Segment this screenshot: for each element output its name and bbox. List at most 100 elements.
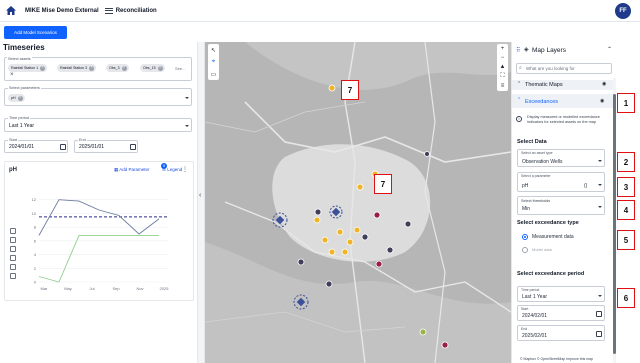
close-icon[interactable]: ×: [17, 95, 23, 101]
zoom-icon[interactable]: [10, 237, 16, 243]
calendar-icon[interactable]: [596, 311, 602, 317]
zoom-out-icon[interactable]: −: [501, 55, 505, 61]
field-label: End: [78, 138, 87, 142]
add-parameter-button[interactable]: ▦ Add Parameter: [114, 167, 150, 173]
chevron-down-icon[interactable]: [598, 295, 602, 297]
thematic-maps-label: Thematic Maps: [525, 82, 563, 88]
thresholds-value: Min: [522, 206, 531, 212]
field-label: Time period: [521, 288, 540, 292]
asset-chip[interactable]: Obs_3 ×: [106, 64, 129, 72]
exceedance-end-field[interactable]: End 2025/02/01: [517, 325, 605, 341]
select-assets-field[interactable]: Select assets Rainfall Station 1 × Rainfa…: [4, 57, 192, 81]
info-text: i Display measured or modelled exceedanc…: [512, 114, 613, 134]
asset-chip[interactable]: Obs_15 ×: [140, 64, 165, 72]
start-date-field[interactable]: Start 2024/01/01: [4, 138, 68, 153]
time-period-select[interactable]: Time period Last 1 Year: [4, 116, 192, 132]
top-app-bar: MIKE Mise Demo External Reconciliation F…: [0, 0, 640, 22]
layers-toggle-icon[interactable]: ≡: [501, 83, 505, 89]
drag-handle-icon[interactable]: ⠿: [516, 47, 520, 54]
time-period-value: Last 1 Year: [522, 294, 548, 300]
select-data-heading: Select Data: [517, 139, 547, 145]
layer-search-input[interactable]: ⌕ What are you looking for: [516, 63, 612, 74]
chevron-down-icon[interactable]: [598, 184, 602, 186]
search-placeholder: What are you looking for: [526, 66, 575, 71]
collapse-icon[interactable]: ⌃: [607, 46, 612, 53]
callout-badge: 7: [341, 80, 359, 100]
map-view[interactable]: ↖ ⌖ ▭ + − ▲ ⛶ ≡ 7 7: [205, 42, 511, 363]
timeseries-panel: Timeseries Select assets Rainfall Statio…: [0, 42, 197, 363]
avatar[interactable]: FF: [615, 3, 631, 19]
panel-divider[interactable]: ‹: [197, 42, 205, 363]
field-label: Start: [8, 138, 19, 142]
chevron-down-icon[interactable]: [185, 97, 189, 99]
map-attribution[interactable]: © Mapbox © OpenStreetMap Improve this ma…: [520, 357, 593, 361]
clear-icon[interactable]: ×: [10, 72, 14, 78]
measurement-data-label: Measurement data: [532, 234, 574, 240]
close-icon[interactable]: ×: [157, 65, 163, 71]
thematic-maps-row[interactable]: ⌃ Thematic Maps ◉: [512, 80, 613, 90]
map-draw-toolbar: ↖ ⌖ ▭: [208, 44, 219, 80]
add-model-scenarios-button[interactable]: Add Model Scenarios: [4, 26, 67, 39]
exceedance-start-field[interactable]: Start 2024/02/01: [517, 305, 605, 321]
legend-button[interactable]: ☰ Legend: [162, 167, 182, 173]
y-tick-label: 0: [34, 280, 37, 285]
model-data-radio[interactable]: [522, 247, 528, 253]
model-data-label: Model data: [532, 247, 552, 252]
panel-title: Timeseries: [3, 43, 45, 52]
scrollbar-thumb[interactable]: [613, 94, 616, 354]
calendar-icon[interactable]: [596, 331, 602, 337]
select-parameters-field[interactable]: Select parameters pH ×: [4, 86, 192, 106]
select-icon[interactable]: [10, 255, 16, 261]
asset-type-value: Observation Wells: [522, 159, 563, 165]
asset-chip[interactable]: Rainfall Station 3 ×: [57, 64, 97, 72]
callout-badge: 4: [617, 200, 635, 220]
chevron-down-icon[interactable]: [598, 206, 602, 208]
zoom-in-icon[interactable]: +: [501, 46, 505, 52]
chevron-up-icon[interactable]: ⌃: [517, 81, 521, 87]
refresh-icon[interactable]: [10, 273, 16, 279]
pan-icon[interactable]: [10, 246, 16, 252]
exceedances-row[interactable]: ⌃ Exceedances ◉: [512, 94, 613, 108]
home-icon[interactable]: [6, 6, 16, 16]
end-date-field[interactable]: End 2025/01/01: [74, 138, 138, 153]
calendar-icon[interactable]: [60, 144, 66, 150]
measurement-data-option[interactable]: Measurement data: [512, 233, 613, 242]
see-more-link[interactable]: See...: [175, 66, 185, 71]
close-icon[interactable]: ×: [121, 65, 127, 71]
field-label: End: [521, 327, 528, 331]
reset-icon[interactable]: [10, 264, 16, 270]
y-tick-label: 6: [34, 238, 37, 243]
compass-icon[interactable]: ▲: [500, 64, 506, 70]
exceedance-time-period-select[interactable]: Time period Last 1 Year: [517, 286, 605, 302]
fullscreen-icon[interactable]: ⛶: [500, 73, 504, 80]
thresholds-select[interactable]: Select thresholds Min: [517, 196, 605, 215]
chevron-up-icon[interactable]: ⌃: [517, 97, 521, 103]
lasso-icon[interactable]: ⌖: [212, 59, 215, 66]
calendar-icon[interactable]: [130, 144, 136, 150]
model-data-option[interactable]: Model data: [512, 246, 613, 255]
parameter-chip[interactable]: pH ×: [8, 94, 25, 102]
y-tick-label: 12: [32, 197, 37, 202]
pointer-icon[interactable]: ↖: [211, 47, 216, 54]
asset-chip[interactable]: Rainfall Station 1 ×: [8, 64, 48, 72]
collapse-arrow-icon[interactable]: ‹: [199, 192, 201, 199]
chart-title: pH: [9, 167, 17, 173]
chevron-down-icon[interactable]: [598, 160, 602, 162]
visibility-icon[interactable]: ◉: [600, 98, 604, 104]
camera-icon[interactable]: ▭: [211, 71, 217, 78]
download-icon[interactable]: [10, 228, 16, 234]
series-line: [38, 234, 159, 283]
chevron-down-icon[interactable]: [185, 125, 189, 127]
panel-header: ⠿ ◈ Map Layers ⌃: [512, 42, 617, 59]
measurement-data-radio[interactable]: [522, 234, 528, 240]
asset-type-select[interactable]: Select an asset type Observation Wells: [517, 149, 605, 167]
close-icon[interactable]: ×: [40, 65, 46, 71]
callout-badge: 5: [617, 230, 635, 250]
visibility-icon[interactable]: ◉: [602, 81, 606, 87]
parameter-select[interactable]: Select a parameter pH (): [517, 172, 605, 192]
x-tick-label: 2025: [160, 286, 170, 291]
more-options-icon[interactable]: ⋮: [182, 166, 188, 173]
close-icon[interactable]: ×: [89, 65, 95, 71]
menu-icon[interactable]: [104, 7, 113, 14]
parameter-unit: (): [584, 183, 588, 189]
